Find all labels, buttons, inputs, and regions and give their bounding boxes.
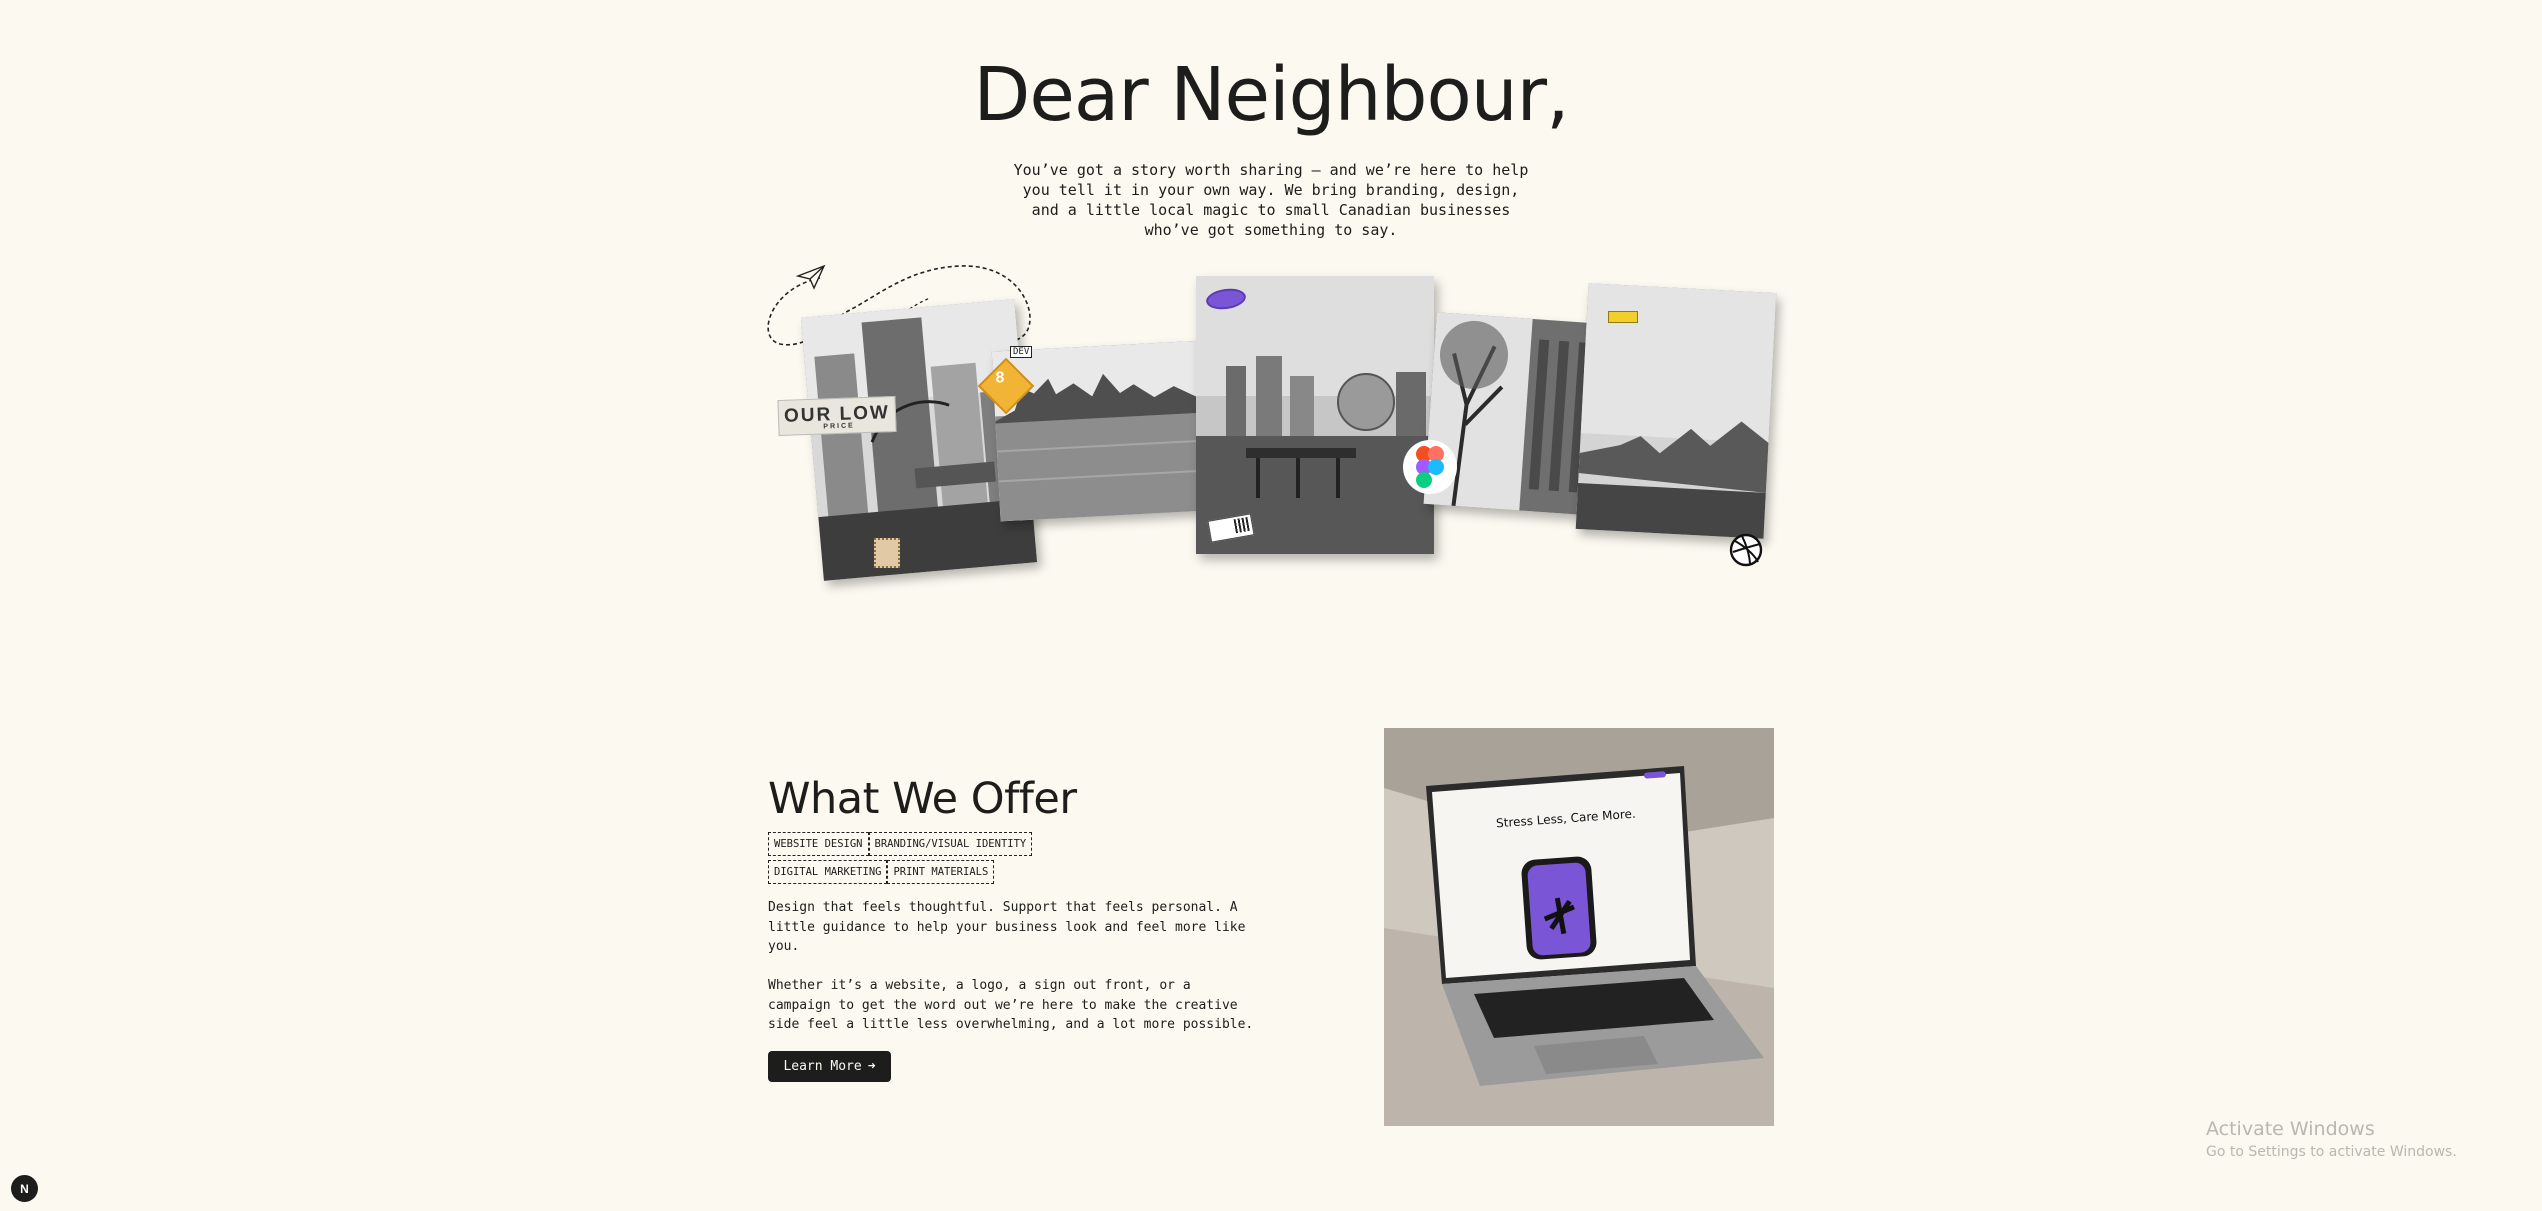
photo-science-dome-pier — [1196, 276, 1434, 554]
offer-paragraph-1: Design that feels thoughtful. Support th… — [768, 900, 1246, 954]
activate-windows-subtitle: Go to Settings to activate Windows. — [2206, 1144, 2457, 1160]
activate-windows-title: Activate Windows — [2206, 1118, 2375, 1140]
our-low-price-sticker: OUR LOW PRICE — [777, 395, 897, 437]
photo-waterfront-buildings — [1575, 283, 1777, 539]
purple-oval-sticker — [1204, 286, 1248, 312]
offer-paragraph-2: Whether it’s a website, a logo, a sign o… — [768, 978, 1254, 1032]
yellow-8-sticker: 8 — [977, 357, 1035, 415]
tag-print-materials: PRINT MATERIALS — [887, 860, 995, 884]
yellow-tag-sticker — [1608, 311, 1638, 323]
hero-intro-text: You’ve got a story worth sharing — and w… — [1013, 161, 1529, 239]
tag-website-design: WEBSITE DESIGN — [768, 832, 869, 856]
qr-code-sticker — [1207, 513, 1255, 543]
learn-more-button[interactable]: Learn More ➜ — [768, 1051, 891, 1082]
dev-sticker: DEV — [1010, 346, 1033, 358]
photo-harbour-skyline — [991, 340, 1211, 522]
photo-downtown-street — [800, 299, 1038, 581]
service-tags: WEBSITE DESIGN BRANDING/VISUAL IDENTITY D… — [768, 832, 1068, 888]
photo-tree-building — [1423, 312, 1609, 516]
arrow-right-icon: ➜ — [867, 1059, 876, 1074]
tag-digital-marketing: DIGITAL MARKETING — [768, 860, 888, 884]
activate-windows-watermark: Activate Windows Go to Settings to activ… — [2206, 1118, 2457, 1160]
section-title-what-we-offer: What We Offer — [768, 774, 1077, 824]
tag-branding: BRANDING/VISUAL IDENTITY — [868, 832, 1033, 856]
dashed-flight-path — [767, 265, 1031, 346]
learn-more-label: Learn More — [783, 1059, 862, 1074]
laptop-mockup-image: Stress Less, Care More. — [1384, 728, 1774, 1126]
figma-icon — [1403, 440, 1457, 494]
dribbble-icon — [1729, 533, 1763, 567]
page-title: Dear Neighbour, — [973, 52, 1569, 138]
postage-stamp-sticker — [874, 538, 900, 568]
paper-plane-icon — [796, 264, 826, 290]
nextjs-dev-badge[interactable]: N — [11, 1175, 38, 1202]
